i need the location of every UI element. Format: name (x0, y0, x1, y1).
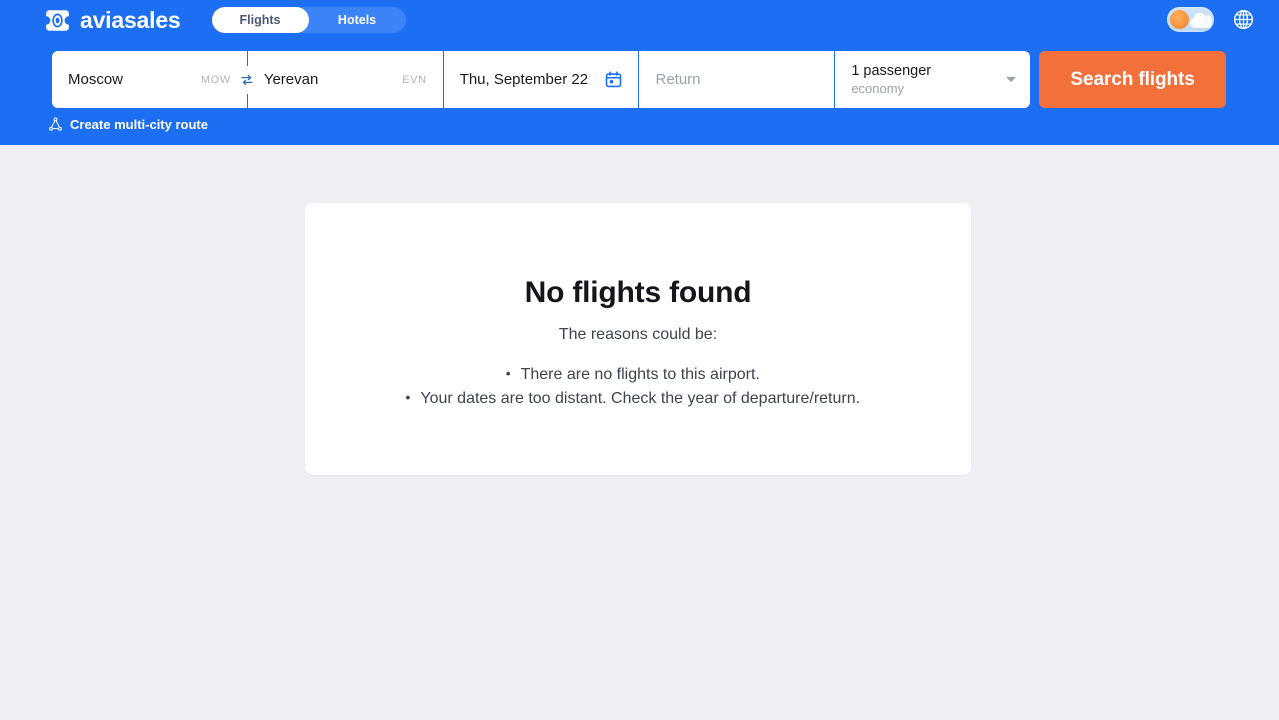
brand-logo-link[interactable]: aviasales (44, 5, 181, 35)
top-bar-actions (1167, 4, 1255, 34)
passengers-field[interactable]: 1 passenger economy (835, 51, 1031, 108)
flight-search-form: Moscow MOW Yerevan EVN Thu, September 22 (52, 51, 1226, 108)
list-item: Your dates are too distant. Check the ye… (305, 386, 971, 410)
reason-text: Your dates are too distant. Check the ye… (420, 390, 861, 407)
product-tabs: Flights Hotels (211, 7, 406, 33)
no-results-card: No flights found The reasons could be: T… (305, 203, 971, 475)
swap-arrows-icon (241, 74, 253, 86)
origin-field[interactable]: Moscow MOW (52, 51, 258, 108)
list-item: There are no flights to this airport. (305, 362, 971, 386)
destination-field[interactable]: Yerevan EVN (247, 51, 443, 108)
cabin-class: economy (851, 80, 905, 96)
brand-name: aviasales (80, 6, 181, 33)
main-content: No flights found The reasons could be: T… (0, 145, 1279, 720)
departure-date-field[interactable]: Thu, September 22 (443, 51, 639, 108)
aviasales-logo-icon (46, 9, 69, 31)
result-subtitle: The reasons could be: (558, 326, 718, 343)
sun-cloud-toggle-icon[interactable] (1167, 6, 1214, 32)
return-date-field[interactable]: Return (639, 51, 835, 108)
passengers-count: 1 passenger (851, 62, 932, 79)
globe-icon[interactable] (1232, 8, 1255, 31)
tab-flights[interactable]: Flights (211, 7, 309, 33)
tab-hotels[interactable]: Hotels (309, 7, 406, 33)
sun-icon (1170, 9, 1189, 29)
top-bar: aviasales Flights Hotels (0, 0, 1279, 36)
search-flights-button[interactable]: Search flights (1039, 51, 1226, 108)
page-title: No flights found (524, 276, 752, 309)
chevron-down-icon[interactable] (1006, 77, 1017, 82)
origin-value: Moscow (68, 70, 124, 88)
return-date-placeholder: Return (655, 70, 701, 88)
create-multi-city-route-link[interactable]: Create multi-city route (48, 117, 208, 132)
site-header: aviasales Flights Hotels Moscow MOW Yere… (0, 0, 1279, 145)
route-triangle-icon (49, 117, 62, 131)
reason-text: There are no flights to this airport. (520, 366, 760, 383)
multi-city-label: Create multi-city route (70, 117, 208, 132)
cloud-puff-small-icon (1203, 14, 1212, 24)
origin-code: MOW (200, 73, 231, 86)
calendar-icon[interactable] (605, 71, 622, 88)
swap-origin-destination-button[interactable] (236, 69, 258, 91)
departure-date-value: Thu, September 22 (459, 70, 589, 88)
destination-code: EVN (402, 73, 427, 86)
destination-value: Yerevan (263, 70, 319, 88)
reason-list: There are no flights to this airport. Yo… (305, 362, 971, 410)
